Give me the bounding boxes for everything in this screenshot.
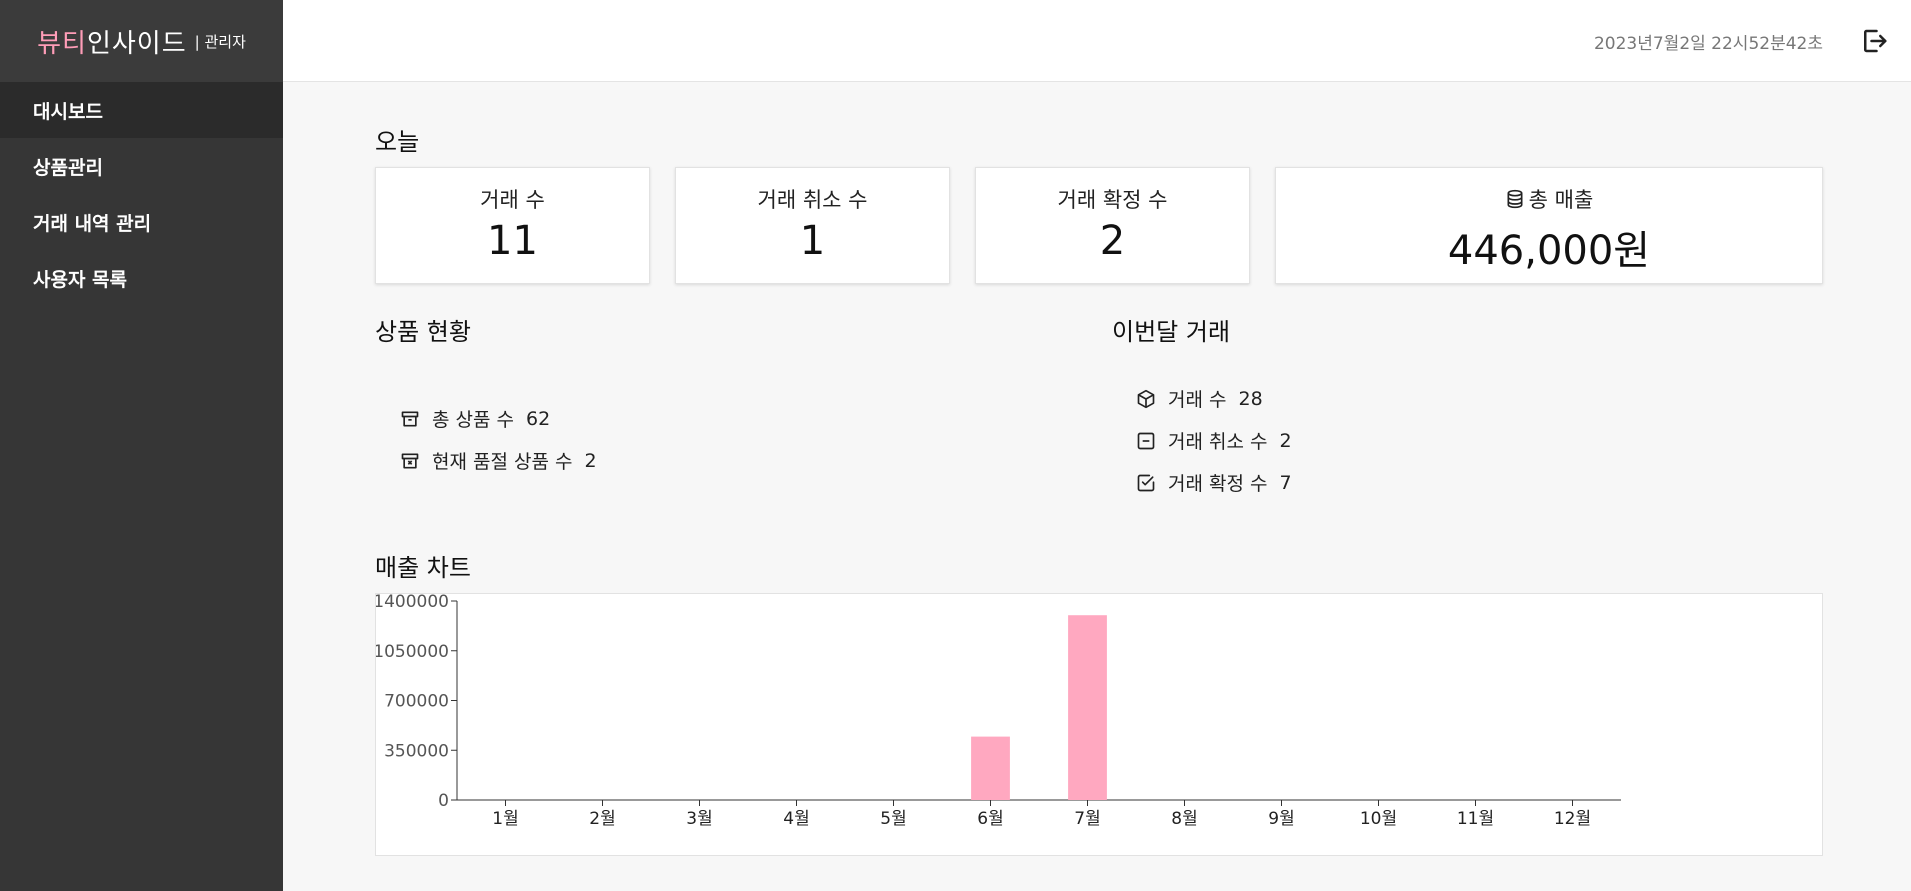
archive-icon — [401, 411, 419, 426]
card-value: 2 — [1099, 218, 1126, 264]
stat-value: 2 — [1279, 429, 1292, 452]
stat-label: 거래 수 — [1168, 389, 1227, 411]
stat-label: 현재 품절 상품 수 — [432, 451, 573, 473]
sidebar-item-dashboard[interactable]: 대시보드 — [0, 82, 283, 138]
x-tick-label: 8월 — [1171, 809, 1197, 829]
minus-square-icon — [1137, 432, 1155, 449]
x-tick-label: 7월 — [1074, 809, 1100, 829]
cube-icon — [1137, 389, 1155, 408]
y-tick-label: 1050000 — [376, 642, 449, 662]
stat-value: 28 — [1238, 387, 1263, 410]
x-tick-label: 3월 — [686, 809, 712, 829]
x-tick-label: 12월 — [1554, 809, 1591, 829]
today-trade-count-card: 거래 수 11 — [375, 167, 650, 284]
sidebar-item-products[interactable]: 상품관리 — [0, 138, 283, 194]
card-value: 11 — [487, 218, 538, 264]
today-title: 오늘 — [375, 128, 420, 156]
month-trade-count-row: 거래 수 28 — [1136, 385, 1263, 412]
today-cancel-count-card: 거래 취소 수 1 — [675, 167, 950, 284]
role-label: | 관리자 — [194, 32, 246, 51]
x-tick-label: 2월 — [589, 809, 615, 829]
x-tick-label: 1월 — [492, 809, 518, 829]
sidebar-item-transactions[interactable]: 거래 내역 관리 — [0, 194, 283, 250]
month-confirm-count-row: 거래 확정 수 7 — [1136, 469, 1292, 496]
sales-chart-title: 매출 차트 — [375, 554, 471, 582]
y-tick-label: 1400000 — [376, 594, 449, 612]
logo-text: 뷰티인사이드 — [37, 28, 187, 59]
top-bar: 2023년7월2일 22시52분42초 — [283, 0, 1911, 82]
current-datetime: 2023년7월2일 22시52분42초 — [1593, 34, 1823, 54]
month-cancel-count-row: 거래 취소 수 2 — [1136, 427, 1292, 454]
stat-label: 거래 확정 수 — [1168, 473, 1268, 495]
today-confirm-count-card: 거래 확정 수 2 — [975, 167, 1250, 284]
brand-logo[interactable]: 뷰티인사이드 | 관리자 — [0, 0, 283, 82]
today-total-sales-card: 총 매출 446,000원 — [1275, 167, 1823, 284]
bar — [971, 736, 1010, 800]
card-label: 거래 확정 수 — [1057, 188, 1168, 212]
x-tick-label: 9월 — [1268, 809, 1294, 829]
x-tick-label: 4월 — [783, 809, 809, 829]
soldout-products-row: 현재 품절 상품 수 2 — [400, 447, 597, 474]
card-label: 거래 취소 수 — [757, 188, 868, 212]
sales-chart: 0 350000 700000 1050000 1400000 1월 2월 3월 4월 5월 6월 7… — [375, 593, 1823, 856]
sidebar-item-label: 대시보드 — [33, 100, 103, 123]
card-value: 446,000원 — [1447, 228, 1651, 274]
x-tick-label: 6월 — [977, 809, 1003, 829]
y-tick-label: 350000 — [384, 741, 449, 761]
sidebar-item-label: 상품관리 — [33, 156, 103, 179]
card-value: 1 — [799, 218, 826, 264]
sidebar-item-label: 거래 내역 관리 — [33, 212, 152, 235]
total-products-row: 총 상품 수 62 — [400, 405, 550, 432]
y-tick-label: 700000 — [384, 692, 449, 712]
archive-x-icon — [401, 453, 419, 468]
stat-label: 총 상품 수 — [432, 409, 514, 431]
stat-label: 거래 취소 수 — [1168, 431, 1268, 453]
coins-icon — [1507, 189, 1523, 209]
bar — [1068, 615, 1107, 800]
card-label: 총 매출 — [1528, 188, 1594, 212]
card-label: 거래 수 — [480, 188, 545, 212]
check-square-icon — [1137, 474, 1155, 491]
x-tick-label: 10월 — [1360, 809, 1397, 829]
month-trades-title: 이번달 거래 — [1112, 318, 1231, 346]
x-tick-label: 5월 — [880, 809, 906, 829]
logout-icon[interactable] — [1859, 26, 1889, 56]
stat-value: 2 — [584, 449, 597, 472]
stat-value: 7 — [1279, 471, 1292, 494]
sidebar: 뷰티인사이드 | 관리자 대시보드 상품관리 거래 내역 관리 사용자 목록 — [0, 0, 283, 891]
sidebar-item-users[interactable]: 사용자 목록 — [0, 250, 283, 306]
sidebar-item-label: 사용자 목록 — [33, 268, 128, 291]
x-tick-label: 11월 — [1457, 809, 1494, 829]
stat-value: 62 — [526, 407, 551, 430]
sales-bar-chart: 0 350000 700000 1050000 1400000 1월 2월 3월 4월 5월 6월 7… — [376, 594, 1621, 829]
y-tick-label: 0 — [438, 791, 449, 811]
product-status-title: 상품 현황 — [375, 318, 471, 346]
